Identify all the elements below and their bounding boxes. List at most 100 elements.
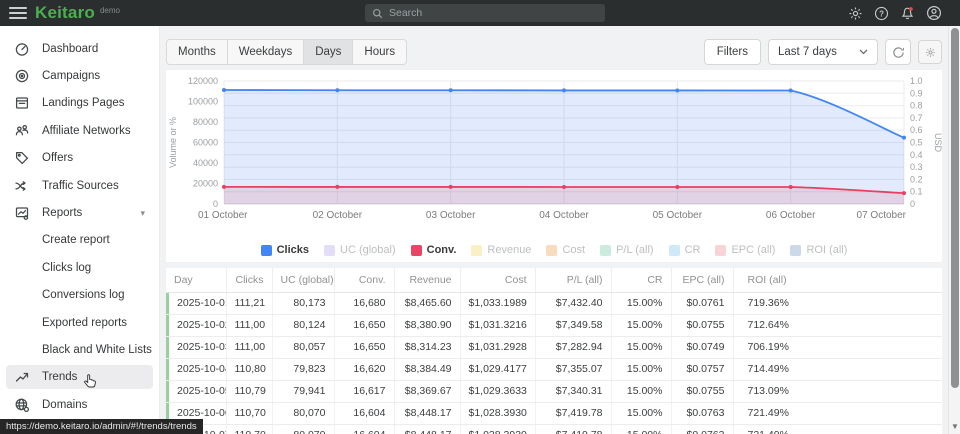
sidebar-item-label: Trends — [42, 371, 77, 383]
column-header-day[interactable]: Day — [166, 268, 226, 292]
global-search[interactable] — [365, 4, 605, 22]
sidebar-item-offers[interactable]: Offers — [0, 145, 159, 172]
help-icon[interactable]: ? — [873, 5, 890, 22]
sidebar-item-trends[interactable]: Trends — [0, 364, 159, 391]
filters-button[interactable]: Filters — [704, 39, 761, 65]
cell-day: 2025-10-03 — [166, 336, 226, 358]
menu-toggle-icon[interactable] — [9, 7, 27, 19]
sidebar-item-create-report[interactable]: Create report — [0, 227, 159, 254]
app-window: Keitaro demo ? DashboardCampaignsLanding… — [0, 0, 960, 434]
cell-conv-: 16,617 — [334, 380, 394, 402]
svg-text:0.8: 0.8 — [910, 101, 923, 111]
cell-roi-all-: 713.09% — [733, 380, 942, 402]
cell-epc-all-: $0.0763 — [671, 402, 733, 424]
table-row[interactable]: 2025-10-04110,8079,82316,620$8,384.49$1,… — [166, 358, 942, 380]
cell-epc-all-: $0.0755 — [671, 314, 733, 336]
cell-cr: 15.00% — [611, 402, 671, 424]
sidebar-item-campaigns[interactable]: Campaigns — [0, 62, 159, 89]
cell-roi-all-: 719.36% — [733, 292, 942, 314]
offers-icon — [14, 150, 30, 166]
svg-text:1.0: 1.0 — [910, 76, 923, 86]
legend-item-conv-[interactable]: Conv. — [411, 244, 457, 256]
sidebar-item-landings-pages[interactable]: Landings Pages — [0, 90, 159, 117]
column-header-conv-[interactable]: Conv. — [334, 268, 394, 292]
cell-clicks: 111,21 — [226, 292, 272, 314]
search-input[interactable] — [389, 7, 589, 19]
account-avatar-icon[interactable] — [925, 5, 942, 22]
cell-cost: $1,029.3633 — [460, 380, 535, 402]
svg-text:05 October: 05 October — [653, 210, 703, 221]
sidebar-item-domains[interactable]: Domains — [0, 391, 159, 418]
legend-item-roi-all-[interactable]: ROI (all) — [790, 244, 847, 256]
cell-conv-: 16,620 — [334, 358, 394, 380]
scrollbar-thumb[interactable] — [951, 28, 959, 388]
legend-label: Clicks — [277, 244, 309, 256]
page-scrollbar[interactable]: ▼ — [948, 26, 960, 434]
legend-item-cost[interactable]: Cost — [546, 244, 585, 256]
legend-item-revenue[interactable]: Revenue — [471, 244, 531, 256]
sidebar-item-clicks-log[interactable]: Clicks log — [0, 254, 159, 281]
cell-p-l-all-: $7,432.40 — [535, 292, 611, 314]
svg-text:0.9: 0.9 — [910, 88, 923, 98]
column-header-p-l-all-[interactable]: P/L (all) — [535, 268, 611, 292]
app-logo[interactable]: Keitaro — [35, 0, 95, 26]
column-header-roi-all-[interactable]: ROI (all) — [733, 268, 942, 292]
table-row[interactable]: 2025-10-03111,0080,05716,650$8,314.23$1,… — [166, 336, 942, 358]
sidebar-item-label: Traffic Sources — [42, 180, 119, 192]
tab-days[interactable]: Days — [304, 40, 353, 64]
chart-settings-button[interactable] — [918, 40, 942, 64]
sidebar-item-reports[interactable]: Reports▾ — [0, 199, 159, 226]
trends-table: DayClicksUC (global)Conv.RevenueCostP/L … — [166, 268, 942, 434]
sidebar-item-black-and-white-lists[interactable]: Black and White Lists — [0, 336, 159, 363]
legend-item-uc-global-[interactable]: UC (global) — [324, 244, 396, 256]
column-header-epc-all-[interactable]: EPC (all) — [671, 268, 733, 292]
table-row[interactable]: 2025-10-01111,2180,17316,680$8,465.60$1,… — [166, 292, 942, 314]
cell-uc-global-: 80,057 — [272, 336, 334, 358]
sidebar-item-affiliate-networks[interactable]: Affiliate Networks — [0, 117, 159, 144]
tab-months[interactable]: Months — [167, 40, 228, 64]
chevron-down-icon: ▾ — [140, 208, 145, 219]
scrollbar-down-arrow[interactable]: ▼ — [949, 421, 960, 433]
column-header-cost[interactable]: Cost — [460, 268, 535, 292]
cell-conv-: 16,680 — [334, 292, 394, 314]
cell-p-l-all-: $7,349.58 — [535, 314, 611, 336]
tab-hours[interactable]: Hours — [353, 40, 406, 64]
legend-item-cr[interactable]: CR — [669, 244, 701, 256]
trends-chart-card: 00.10.20.30.40.50.60.70.80.91.001 Octobe… — [166, 70, 942, 262]
notifications-bell-icon[interactable] — [899, 5, 916, 22]
search-icon — [372, 8, 383, 19]
legend-item-epc-all-[interactable]: EPC (all) — [715, 244, 775, 256]
date-range-select[interactable]: Last 7 days — [768, 39, 878, 65]
column-header-clicks[interactable]: Clicks — [226, 268, 272, 292]
table-row[interactable]: 2025-10-07110,7080,07016,604$8,448.17$1,… — [166, 424, 942, 434]
legend-swatch — [261, 245, 272, 256]
sidebar-item-exported-reports[interactable]: Exported reports — [0, 309, 159, 336]
trends-chart: 00.10.20.30.40.50.60.70.80.91.001 Octobe… — [166, 70, 942, 240]
column-header-revenue[interactable]: Revenue — [394, 268, 460, 292]
table-row[interactable]: 2025-10-02111,0080,12416,650$8,380.90$1,… — [166, 314, 942, 336]
legend-item-p-l-all-[interactable]: P/L (all) — [600, 244, 654, 256]
refresh-icon — [892, 46, 905, 59]
table-row[interactable]: 2025-10-05110,7979,94116,617$8,369.67$1,… — [166, 380, 942, 402]
gear-small-icon — [925, 47, 936, 58]
column-header-cr[interactable]: CR — [611, 268, 671, 292]
svg-text:0.7: 0.7 — [910, 113, 923, 123]
main-content: MonthsWeekdaysDaysHours Filters Last 7 d… — [160, 26, 948, 434]
legend-label: CR — [685, 244, 701, 256]
sidebar-item-traffic-sources[interactable]: Traffic Sources — [0, 172, 159, 199]
cell-clicks: 111,00 — [226, 314, 272, 336]
sidebar-item-dashboard[interactable]: Dashboard — [0, 35, 159, 62]
legend-swatch — [715, 245, 726, 256]
table-row[interactable]: 2025-10-06110,7080,07016,604$8,448.17$1,… — [166, 402, 942, 424]
refresh-button[interactable] — [885, 39, 911, 65]
column-header-uc-global-[interactable]: UC (global) — [272, 268, 334, 292]
legend-item-clicks[interactable]: Clicks — [261, 244, 309, 256]
svg-text:0.3: 0.3 — [910, 162, 923, 172]
settings-gear-icon[interactable] — [847, 5, 864, 22]
svg-text:120000: 120000 — [188, 76, 218, 86]
sidebar-item-label: Campaigns — [42, 70, 100, 82]
sidebar-item-conversions-log[interactable]: Conversions log — [0, 282, 159, 309]
cell-day: 2025-10-02 — [166, 314, 226, 336]
tab-weekdays[interactable]: Weekdays — [228, 40, 304, 64]
cell-conv-: 16,650 — [334, 336, 394, 358]
